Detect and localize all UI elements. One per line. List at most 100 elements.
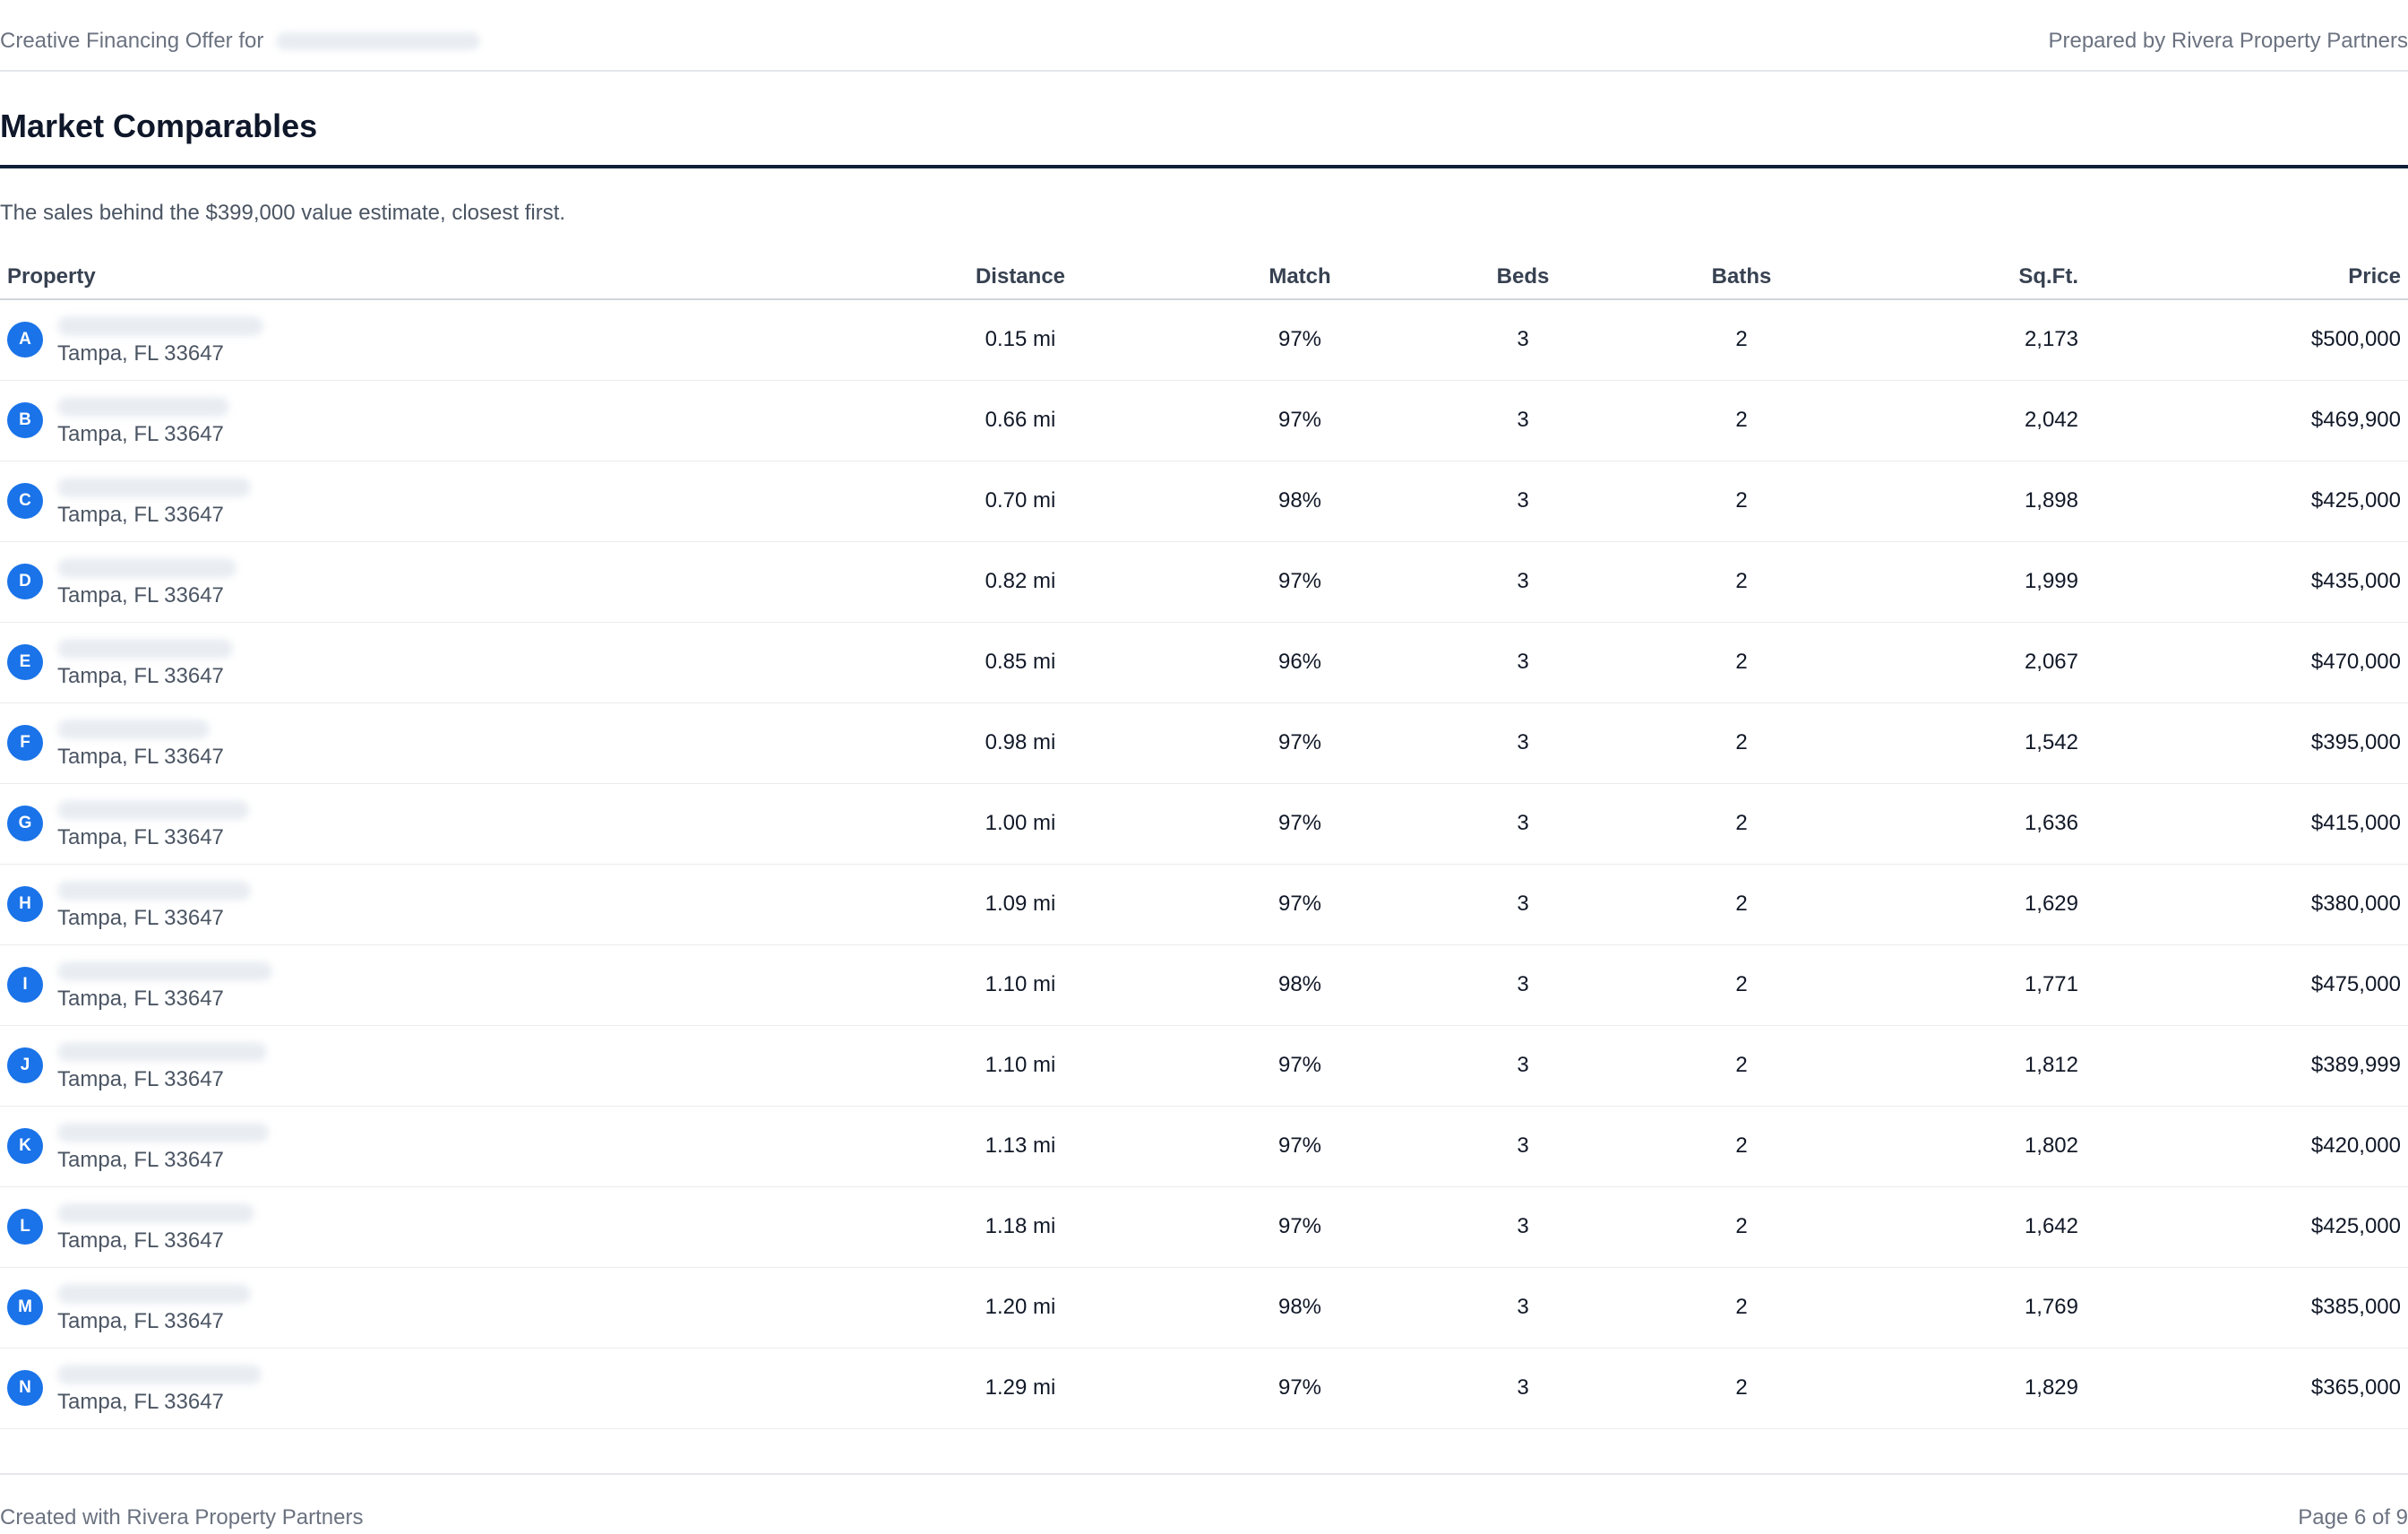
map-marker-badge: D [7, 564, 43, 599]
row-sqft: 2,173 [1892, 299, 2086, 381]
map-marker-badge: A [7, 322, 43, 358]
column-header-baths: Baths [1591, 254, 1892, 300]
table-row: B Tampa, FL 33647 0.66 mi 97% 3 2 2,042 $469,90… [0, 380, 2408, 461]
column-header-beds: Beds [1455, 254, 1591, 300]
redacted-street [57, 1042, 267, 1062]
row-price: $425,000 [2086, 461, 2408, 542]
row-match: 97% [1145, 299, 1455, 381]
row-baths: 2 [1591, 944, 1892, 1026]
row-price: $500,000 [2086, 299, 2408, 381]
row-beds: 3 [1455, 1106, 1591, 1187]
property-city: Tampa, FL 33647 [57, 1228, 224, 1253]
row-distance: 1.09 mi [896, 864, 1145, 945]
row-match: 97% [1145, 783, 1455, 865]
map-marker-badge: J [7, 1047, 43, 1083]
row-distance: 1.13 mi [896, 1106, 1145, 1187]
row-price: $395,000 [2086, 702, 2408, 784]
property-cell: I Tampa, FL 33647 [7, 958, 889, 1012]
row-sqft: 1,771 [1892, 944, 2086, 1026]
row-beds: 3 [1455, 461, 1591, 542]
row-distance: 0.82 mi [896, 541, 1145, 623]
property-cell: D Tampa, FL 33647 [7, 555, 889, 608]
property-city: Tampa, FL 33647 [57, 1309, 224, 1333]
redacted-street [57, 558, 236, 578]
table-row: K Tampa, FL 33647 1.13 mi 97% 3 2 1,802 $420,00… [0, 1106, 2408, 1187]
row-property: H Tampa, FL 33647 [0, 864, 896, 945]
row-property: F Tampa, FL 33647 [0, 702, 896, 784]
property-address: Tampa, FL 33647 [57, 1200, 254, 1254]
row-baths: 2 [1591, 1106, 1892, 1187]
row-match: 96% [1145, 622, 1455, 703]
property-city: Tampa, FL 33647 [57, 422, 224, 446]
map-marker-badge: B [7, 402, 43, 438]
row-property: E Tampa, FL 33647 [0, 622, 896, 703]
property-cell: M Tampa, FL 33647 [7, 1280, 889, 1334]
row-price: $380,000 [2086, 864, 2408, 945]
property-address: Tampa, FL 33647 [57, 313, 263, 366]
row-match: 97% [1145, 541, 1455, 623]
row-property: N Tampa, FL 33647 [0, 1348, 896, 1429]
property-city: Tampa, FL 33647 [57, 341, 224, 366]
redacted-street [57, 720, 210, 739]
row-sqft: 1,542 [1892, 702, 2086, 784]
row-beds: 3 [1455, 944, 1591, 1026]
row-baths: 2 [1591, 864, 1892, 945]
page-header: Creative Financing Offer for Prepared by… [0, 0, 2408, 72]
property-cell: C Tampa, FL 33647 [7, 474, 889, 528]
row-baths: 2 [1591, 1025, 1892, 1107]
property-cell: G Tampa, FL 33647 [7, 797, 889, 850]
row-match: 98% [1145, 944, 1455, 1026]
row-sqft: 2,042 [1892, 380, 2086, 461]
row-match: 97% [1145, 1025, 1455, 1107]
map-marker-badge: G [7, 806, 43, 841]
row-distance: 0.70 mi [896, 461, 1145, 542]
row-beds: 3 [1455, 864, 1591, 945]
property-address: Tampa, FL 33647 [57, 1280, 251, 1334]
row-baths: 2 [1591, 702, 1892, 784]
row-match: 98% [1145, 1267, 1455, 1349]
row-sqft: 2,067 [1892, 622, 2086, 703]
row-match: 97% [1145, 1106, 1455, 1187]
row-price: $475,000 [2086, 944, 2408, 1026]
row-distance: 1.18 mi [896, 1186, 1145, 1268]
property-address: Tampa, FL 33647 [57, 958, 272, 1012]
row-property: C Tampa, FL 33647 [0, 461, 896, 542]
table-row: D Tampa, FL 33647 0.82 mi 97% 3 2 1,999 $435,00… [0, 541, 2408, 623]
row-sqft: 1,636 [1892, 783, 2086, 865]
property-cell: J Tampa, FL 33647 [7, 1038, 889, 1092]
table-row: E Tampa, FL 33647 0.85 mi 96% 3 2 2,067 $470,00… [0, 622, 2408, 703]
row-price: $469,900 [2086, 380, 2408, 461]
row-property: J Tampa, FL 33647 [0, 1025, 896, 1107]
row-match: 97% [1145, 380, 1455, 461]
row-baths: 2 [1591, 299, 1892, 381]
row-price: $415,000 [2086, 783, 2408, 865]
row-beds: 3 [1455, 299, 1591, 381]
redacted-street [57, 881, 251, 901]
property-cell: A Tampa, FL 33647 [7, 313, 889, 366]
row-price: $365,000 [2086, 1348, 2408, 1429]
row-price: $425,000 [2086, 1186, 2408, 1268]
row-distance: 1.10 mi [896, 1025, 1145, 1107]
row-beds: 3 [1455, 380, 1591, 461]
row-match: 97% [1145, 702, 1455, 784]
property-address: Tampa, FL 33647 [57, 393, 229, 447]
row-property: M Tampa, FL 33647 [0, 1267, 896, 1349]
row-sqft: 1,642 [1892, 1186, 2086, 1268]
table-row: M Tampa, FL 33647 1.20 mi 98% 3 2 1,769 $385,00… [0, 1267, 2408, 1349]
property-address: Tampa, FL 33647 [57, 716, 224, 770]
redacted-street [57, 1123, 269, 1142]
property-cell: F Tampa, FL 33647 [7, 716, 889, 770]
redacted-street [57, 478, 251, 497]
property-address: Tampa, FL 33647 [57, 797, 249, 850]
row-baths: 2 [1591, 622, 1892, 703]
table-row: C Tampa, FL 33647 0.70 mi 98% 3 2 1,898 $425,00… [0, 461, 2408, 542]
row-sqft: 1,999 [1892, 541, 2086, 623]
redacted-street [57, 1284, 251, 1304]
comparables-table: Property Distance Match Beds Baths Sq.Ft… [0, 254, 2408, 1429]
row-property: B Tampa, FL 33647 [0, 380, 896, 461]
row-beds: 3 [1455, 1025, 1591, 1107]
row-baths: 2 [1591, 1186, 1892, 1268]
row-property: I Tampa, FL 33647 [0, 944, 896, 1026]
property-cell: H Tampa, FL 33647 [7, 877, 889, 931]
footer-divider [0, 1473, 2408, 1475]
